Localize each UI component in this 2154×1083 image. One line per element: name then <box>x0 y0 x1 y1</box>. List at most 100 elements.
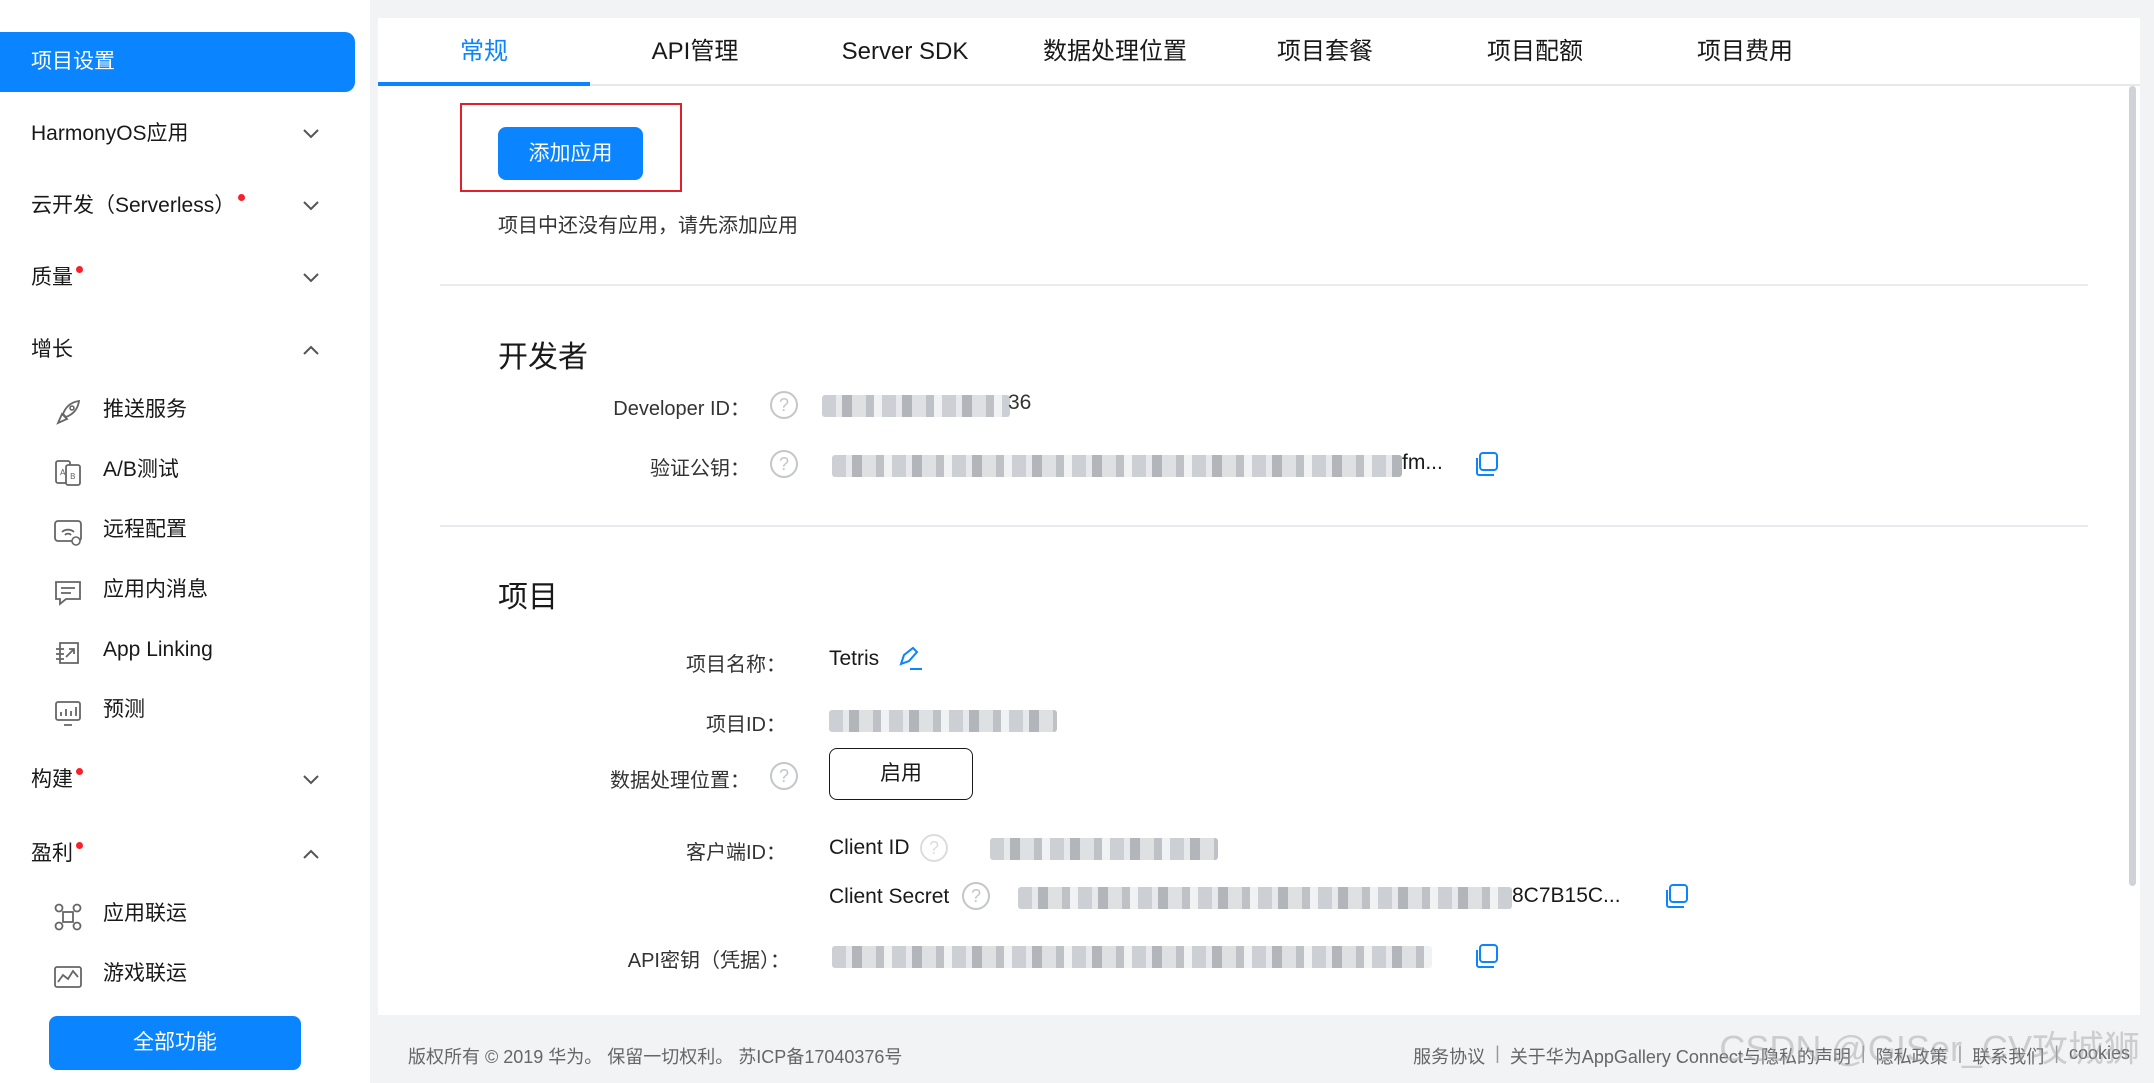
tab-general[interactable]: 常规 <box>378 18 590 86</box>
client-id-masked <box>990 838 1218 860</box>
add-app-button[interactable]: 添加应用 <box>498 127 643 180</box>
data-location-label: 数据处理位置： <box>610 770 750 792</box>
sidebar-item-label: 应用联运 <box>103 902 187 925</box>
sidebar-item-label: 应用内消息 <box>103 578 208 601</box>
sidebar-item-in-app-message[interactable]: 应用内消息 <box>0 562 355 618</box>
sidebar-group-serverless[interactable]: 云开发（Serverless） <box>0 178 355 234</box>
chevron-up-icon <box>299 826 323 882</box>
chevron-down-icon <box>299 106 323 162</box>
enable-button[interactable]: 启用 <box>829 748 973 800</box>
sidebar-group-label: 盈利 <box>31 842 73 865</box>
tab-bar: 常规 API管理 Server SDK 数据处理位置 项目套餐 项目配额 项目费… <box>378 18 2140 86</box>
sidebar-group-build[interactable]: 构建 <box>0 752 355 808</box>
help-icon[interactable]: ? <box>770 450 798 478</box>
empty-app-note: 项目中还没有应用，请先添加应用 <box>498 215 798 237</box>
help-icon[interactable]: ? <box>770 391 798 419</box>
app-coop-icon <box>52 899 84 931</box>
footer-link-terms[interactable]: 服务协议 <box>1413 1043 1485 1069</box>
api-key-label: API密钥（凭据）： <box>627 950 790 972</box>
svg-text:B: B <box>70 472 76 481</box>
sidebar-group-harmonyos[interactable]: HarmonyOS应用 <box>0 106 355 162</box>
watermark: CSDN @GISer_CV攻城狮 <box>1719 1028 2140 1069</box>
sidebar-item-label: App Linking <box>103 638 213 661</box>
active-tab-indicator <box>378 82 590 86</box>
project-name-label: 项目名称： <box>686 654 786 676</box>
scrollbar[interactable] <box>2129 86 2136 886</box>
remote-config-icon <box>52 515 84 547</box>
help-icon[interactable]: ? <box>962 882 990 910</box>
project-id-label: 项目ID： <box>706 714 786 736</box>
prediction-icon <box>52 695 84 727</box>
copy-icon[interactable] <box>1472 942 1500 970</box>
copy-icon[interactable] <box>1472 450 1500 478</box>
sidebar-item-label: 预测 <box>103 698 145 721</box>
tab-server-sdk[interactable]: Server SDK <box>800 18 1010 86</box>
public-key-suffix: fm... <box>1402 451 1443 474</box>
sidebar-group-quality[interactable]: 质量 <box>0 250 355 306</box>
client-id-label: Client ID <box>829 836 910 859</box>
public-key-label: 验证公钥： <box>650 458 750 480</box>
rocket-icon <box>52 395 84 427</box>
sidebar-item-ab-test[interactable]: AB A/B测试 <box>0 442 355 498</box>
chevron-down-icon <box>299 250 323 306</box>
tab-project-quota[interactable]: 项目配额 <box>1430 18 1640 86</box>
project-id-masked <box>829 710 1057 732</box>
sidebar-group-label: 质量 <box>31 266 73 289</box>
help-icon[interactable]: ? <box>770 762 798 790</box>
sidebar-group-label: HarmonyOS应用 <box>31 122 189 145</box>
sidebar-group-label: 构建 <box>31 768 73 791</box>
project-section-title: 项目 <box>498 581 558 614</box>
client-secret-masked <box>1018 887 1512 909</box>
message-icon <box>52 575 84 607</box>
sidebar-group-label: 增长 <box>31 338 73 361</box>
client-secret-suffix: 8C7B15C... <box>1512 884 1621 907</box>
chevron-down-icon <box>299 752 323 808</box>
sidebar-group-monetize[interactable]: 盈利 <box>0 826 355 882</box>
app-linking-icon <box>52 635 84 667</box>
ab-test-icon: AB <box>52 455 84 487</box>
client-secret-label: Client Secret <box>829 885 950 908</box>
sidebar-item-project-settings[interactable]: 项目设置 <box>0 32 355 92</box>
sidebar-item-remote-config[interactable]: 远程配置 <box>0 502 355 558</box>
chevron-down-icon <box>299 178 323 234</box>
developer-id-suffix: 36 <box>1008 391 1032 414</box>
notification-dot <box>76 768 83 775</box>
all-features-button[interactable]: 全部功能 <box>49 1016 301 1070</box>
sidebar-item-push[interactable]: 推送服务 <box>0 382 355 438</box>
sidebar-item-label: 推送服务 <box>103 398 187 421</box>
api-key-masked <box>832 946 1432 968</box>
tab-project-plan[interactable]: 项目套餐 <box>1220 18 1430 86</box>
tab-api-management[interactable]: API管理 <box>590 18 800 86</box>
game-coop-icon <box>52 959 84 991</box>
svg-text:A: A <box>60 468 66 477</box>
tab-project-cost[interactable]: 项目费用 <box>1640 18 1850 86</box>
separator: | <box>1495 1043 1500 1063</box>
copyright-text: 版权所有 © 2019 华为。 保留一切权利。 苏ICP备17040376号 <box>408 1047 903 1067</box>
developer-section-title: 开发者 <box>498 341 588 374</box>
main-panel: 常规 API管理 Server SDK 数据处理位置 项目套餐 项目配额 项目费… <box>378 18 2140 1015</box>
divider <box>440 284 2088 286</box>
help-icon[interactable]: ? <box>920 834 948 862</box>
public-key-masked <box>832 455 1402 477</box>
sidebar-item-app-coop[interactable]: 应用联运 <box>0 886 355 942</box>
tab-data-location[interactable]: 数据处理位置 <box>1010 18 1220 86</box>
chevron-up-icon <box>299 322 323 378</box>
sidebar-item-label: 游戏联运 <box>103 962 187 985</box>
sidebar-item-app-linking[interactable]: App Linking <box>0 622 355 678</box>
project-name-value: Tetris <box>829 647 880 670</box>
notification-dot <box>238 194 246 201</box>
sidebar-item-label: 远程配置 <box>103 518 187 541</box>
sidebar-item-game-coop[interactable]: 游戏联运 <box>0 946 355 1002</box>
edit-icon[interactable] <box>896 644 924 672</box>
copy-icon[interactable] <box>1662 882 1690 910</box>
divider <box>440 525 2088 527</box>
notification-dot <box>76 842 83 849</box>
sidebar-item-prediction[interactable]: 预测 <box>0 682 355 738</box>
sidebar-group-growth[interactable]: 增长 <box>0 322 355 378</box>
notification-dot <box>76 266 83 273</box>
developer-id-masked <box>822 395 1010 417</box>
client-label: 客户端ID： <box>686 842 786 864</box>
sidebar: 项目设置 HarmonyOS应用 云开发（Serverless） 质量 增长 推… <box>0 0 370 1083</box>
developer-id-label: Developer ID： <box>613 398 750 420</box>
sidebar-group-label: 云开发（Serverless） <box>31 194 236 217</box>
